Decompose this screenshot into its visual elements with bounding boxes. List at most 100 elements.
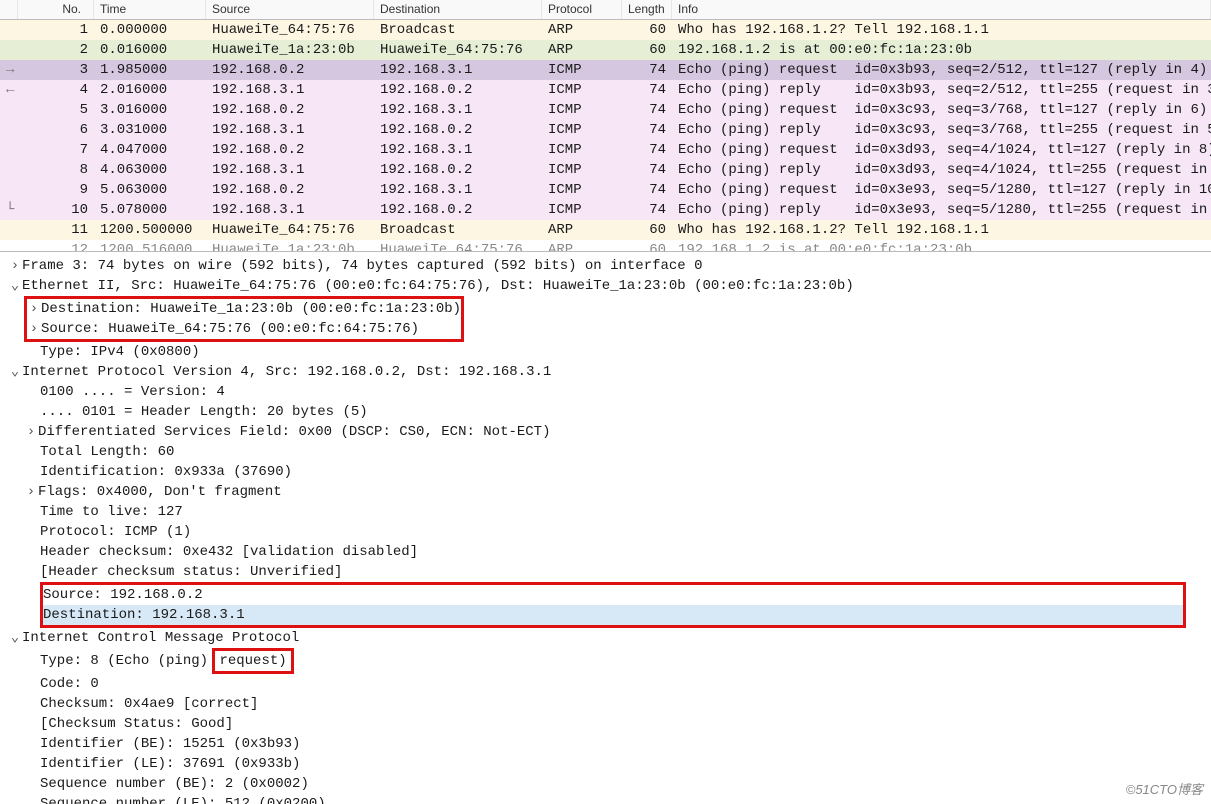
ip-ttl-text: Time to live: 127	[40, 504, 183, 520]
row-marker: →	[0, 60, 18, 80]
col-length[interactable]: Length	[622, 0, 672, 19]
cell-info: Echo (ping) request id=0x3d93, seq=4/102…	[672, 140, 1211, 160]
ip-version[interactable]: 0100 .... = Version: 4	[6, 382, 1205, 402]
cell-info: Echo (ping) reply id=0x3b93, seq=2/512, …	[672, 80, 1211, 100]
ip-destination[interactable]: Destination: 192.168.3.1	[43, 605, 1183, 625]
cell-length: 60	[622, 240, 672, 252]
icmp-seq-be[interactable]: Sequence number (BE): 2 (0x0002)	[6, 774, 1205, 794]
ethernet-summary[interactable]: ⌄Ethernet II, Src: HuaweiTe_64:75:76 (00…	[6, 276, 1205, 296]
packet-row[interactable]: 53.016000192.168.0.2192.168.3.1ICMP74Ech…	[0, 100, 1211, 120]
packet-details-pane[interactable]: ›Frame 3: 74 bytes on wire (592 bits), 7…	[0, 252, 1211, 804]
cell-length: 74	[622, 160, 672, 180]
ip-destination-text: Destination: 192.168.3.1	[43, 607, 245, 623]
cell-destination: HuaweiTe_64:75:76	[374, 240, 542, 252]
ip-dsf-text: Differentiated Services Field: 0x00 (DSC…	[38, 424, 550, 440]
ip-ttl[interactable]: Time to live: 127	[6, 502, 1205, 522]
cell-time: 3.031000	[94, 120, 206, 140]
ip-dsf[interactable]: ›Differentiated Services Field: 0x00 (DS…	[6, 422, 1205, 442]
cell-length: 74	[622, 120, 672, 140]
packet-row[interactable]: 20.016000HuaweiTe_1a:23:0bHuaweiTe_64:75…	[0, 40, 1211, 60]
col-source[interactable]: Source	[206, 0, 374, 19]
cell-time: 4.047000	[94, 140, 206, 160]
ip-flags[interactable]: ›Flags: 0x4000, Don't fragment	[6, 482, 1205, 502]
packet-row[interactable]: 121200.516000HuaweiTe_1a:23:0bHuaweiTe_6…	[0, 240, 1211, 252]
row-marker: ←	[0, 80, 18, 100]
chevron-right-icon[interactable]: ›	[27, 319, 41, 339]
chevron-down-icon[interactable]: ⌄	[8, 628, 22, 648]
cell-time: 1.985000	[94, 60, 206, 80]
cell-source: 192.168.0.2	[206, 100, 374, 120]
cell-source: HuaweiTe_1a:23:0b	[206, 40, 374, 60]
icmp-request-highlight: request)	[212, 648, 293, 674]
packet-row[interactable]: └105.078000192.168.3.1192.168.0.2ICMP74E…	[0, 200, 1211, 220]
packet-list-pane[interactable]: No. Time Source Destination Protocol Len…	[0, 0, 1211, 252]
cell-length: 60	[622, 220, 672, 240]
cell-protocol: ICMP	[542, 160, 622, 180]
ip-identification-text: Identification: 0x933a (37690)	[40, 464, 292, 480]
packet-row[interactable]: 95.063000192.168.0.2192.168.3.1ICMP74Ech…	[0, 180, 1211, 200]
chevron-right-icon[interactable]: ›	[8, 256, 22, 276]
cell-destination: 192.168.3.1	[374, 60, 542, 80]
cell-protocol: ICMP	[542, 120, 622, 140]
cell-time: 5.078000	[94, 200, 206, 220]
ip-header-length[interactable]: .... 0101 = Header Length: 20 bytes (5)	[6, 402, 1205, 422]
cell-destination: 192.168.3.1	[374, 100, 542, 120]
cell-source: 192.168.3.1	[206, 160, 374, 180]
row-marker	[0, 240, 18, 252]
chevron-down-icon[interactable]: ⌄	[8, 276, 22, 296]
cell-no: 7	[18, 140, 94, 160]
cell-length: 74	[622, 60, 672, 80]
packet-row[interactable]: 74.047000192.168.0.2192.168.3.1ICMP74Ech…	[0, 140, 1211, 160]
icmp-id-le[interactable]: Identifier (LE): 37691 (0x933b)	[6, 754, 1205, 774]
ip-source[interactable]: Source: 192.168.0.2	[43, 585, 1183, 605]
icmp-seq-le[interactable]: Sequence number (LE): 512 (0x0200)	[6, 794, 1205, 804]
row-marker	[0, 40, 18, 60]
ip-header-checksum-status-text: [Header checksum status: Unverified]	[40, 564, 342, 580]
cell-length: 60	[622, 40, 672, 60]
frame-summary-text: Frame 3: 74 bytes on wire (592 bits), 74…	[22, 258, 703, 274]
cell-length: 74	[622, 200, 672, 220]
chevron-right-icon[interactable]: ›	[24, 482, 38, 502]
eth-source-text: Source: HuaweiTe_64:75:76 (00:e0:fc:64:7…	[41, 321, 419, 337]
chevron-down-icon[interactable]: ⌄	[8, 362, 22, 382]
frame-summary[interactable]: ›Frame 3: 74 bytes on wire (592 bits), 7…	[6, 256, 1205, 276]
eth-destination[interactable]: ›Destination: HuaweiTe_1a:23:0b (00:e0:f…	[27, 299, 461, 319]
cell-destination: 192.168.0.2	[374, 80, 542, 100]
cell-source: HuaweiTe_64:75:76	[206, 20, 374, 40]
cell-source: 192.168.3.1	[206, 120, 374, 140]
col-time[interactable]: Time	[94, 0, 206, 19]
packet-row[interactable]: →31.985000192.168.0.2192.168.3.1ICMP74Ec…	[0, 60, 1211, 80]
eth-source[interactable]: ›Source: HuaweiTe_64:75:76 (00:e0:fc:64:…	[27, 319, 461, 339]
ip-identification[interactable]: Identification: 0x933a (37690)	[6, 462, 1205, 482]
ip-summary[interactable]: ⌄Internet Protocol Version 4, Src: 192.1…	[6, 362, 1205, 382]
ip-header-checksum-status[interactable]: [Header checksum status: Unverified]	[6, 562, 1205, 582]
packet-row[interactable]: 10.000000HuaweiTe_64:75:76BroadcastARP60…	[0, 20, 1211, 40]
chevron-right-icon[interactable]: ›	[24, 422, 38, 442]
col-no[interactable]: No.	[18, 0, 94, 19]
col-info[interactable]: Info	[672, 0, 1211, 19]
packet-row[interactable]: 84.063000192.168.3.1192.168.0.2ICMP74Ech…	[0, 160, 1211, 180]
cell-protocol: ARP	[542, 20, 622, 40]
icmp-code[interactable]: Code: 0	[6, 674, 1205, 694]
icmp-summary[interactable]: ⌄Internet Control Message Protocol	[6, 628, 1205, 648]
chevron-right-icon[interactable]: ›	[27, 299, 41, 319]
icmp-type[interactable]: Type: 8 (Echo (ping) request)	[6, 648, 1205, 674]
packet-row[interactable]: ←42.016000192.168.3.1192.168.0.2ICMP74Ec…	[0, 80, 1211, 100]
cell-protocol: ICMP	[542, 140, 622, 160]
col-protocol[interactable]: Protocol	[542, 0, 622, 19]
cell-source: 192.168.3.1	[206, 80, 374, 100]
ip-protocol[interactable]: Protocol: ICMP (1)	[6, 522, 1205, 542]
icmp-seq-le-text: Sequence number (LE): 512 (0x0200)	[40, 796, 326, 804]
packet-row[interactable]: 111200.500000HuaweiTe_64:75:76BroadcastA…	[0, 220, 1211, 240]
cell-time: 3.016000	[94, 100, 206, 120]
ip-header-checksum[interactable]: Header checksum: 0xe432 [validation disa…	[6, 542, 1205, 562]
packet-row[interactable]: 63.031000192.168.3.1192.168.0.2ICMP74Ech…	[0, 120, 1211, 140]
icmp-id-be[interactable]: Identifier (BE): 15251 (0x3b93)	[6, 734, 1205, 754]
ip-total-length[interactable]: Total Length: 60	[6, 442, 1205, 462]
col-destination[interactable]: Destination	[374, 0, 542, 19]
cell-protocol: ARP	[542, 220, 622, 240]
icmp-checksum[interactable]: Checksum: 0x4ae9 [correct]	[6, 694, 1205, 714]
eth-type[interactable]: Type: IPv4 (0x0800)	[6, 342, 1205, 362]
cell-info: Echo (ping) request id=0x3e93, seq=5/128…	[672, 180, 1211, 200]
icmp-checksum-status[interactable]: [Checksum Status: Good]	[6, 714, 1205, 734]
